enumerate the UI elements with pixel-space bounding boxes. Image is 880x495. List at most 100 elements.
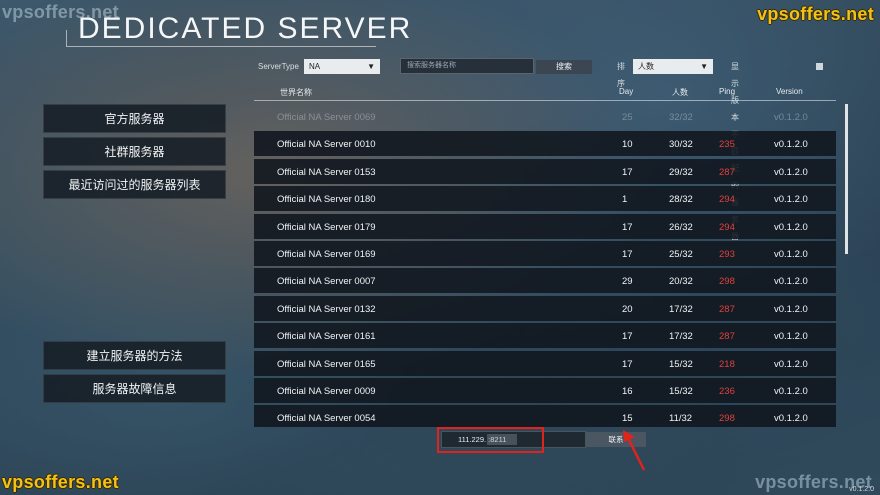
table-row[interactable]: Official NA Server 0069 25 32/32 v0.1.2.0 — [254, 104, 836, 129]
title-decoration — [66, 30, 67, 46]
ping-cell: 235 — [719, 139, 735, 151]
day-cell: 16 — [622, 386, 633, 397]
day-cell: 1 — [622, 194, 628, 206]
how-to-host-button[interactable]: 建立服务器的方法 — [43, 341, 226, 370]
player-count-cell: 15/32 — [669, 358, 693, 370]
player-count-cell: 32/32 — [669, 112, 693, 123]
search-button[interactable]: 搜索 — [536, 60, 592, 74]
watermark-bottom-left: vpsoffers.net — [2, 472, 119, 492]
server-name-cell: Official NA Server 0180 — [277, 194, 376, 206]
help-menu: 建立服务器的方法 服务器故障信息 — [43, 341, 226, 407]
server-type-select[interactable]: NA ▼ — [304, 59, 380, 74]
day-cell: 29 — [622, 276, 633, 288]
version-cell: v0.1.2.0 — [774, 276, 808, 288]
highlight-box — [437, 427, 544, 453]
day-cell: 17 — [622, 358, 633, 370]
player-count-cell: 15/32 — [669, 386, 693, 397]
header-name: 世界名称 — [280, 88, 312, 97]
header-count: 人数 — [672, 88, 688, 97]
recent-servers-button[interactable]: 最近访问过的服务器列表 — [43, 170, 226, 199]
day-cell: 17 — [622, 221, 633, 233]
server-issues-button[interactable]: 服务器故障信息 — [43, 374, 226, 403]
server-name-cell: Official NA Server 0165 — [277, 358, 376, 370]
server-name-cell: Official NA Server 0132 — [277, 303, 376, 315]
official-servers-button[interactable]: 官方服务器 — [43, 104, 226, 133]
ping-cell: 298 — [719, 413, 735, 425]
player-count-cell: 20/32 — [669, 276, 693, 288]
table-row[interactable]: Official NA Server 0054 15 11/32 298 v0.1.2.… — [254, 405, 836, 427]
ping-cell: 287 — [719, 166, 735, 178]
title-underline — [66, 46, 376, 47]
table-row[interactable]: Official NA Server 0010 10 30/32 235 v0.1.2.… — [254, 131, 836, 157]
ping-cell: 287 — [719, 331, 735, 343]
server-table: 世界名称 Day 人数 Ping Version Official NA Ser… — [254, 84, 836, 427]
version-cell: v0.1.2.0 — [774, 386, 808, 397]
version-mismatch-checkbox[interactable] — [816, 63, 823, 70]
page-title: DEDICATED SERVER — [78, 12, 413, 45]
player-count-cell: 29/32 — [669, 166, 693, 178]
version-cell: v0.1.2.0 — [774, 221, 808, 233]
ping-cell: 294 — [719, 221, 735, 233]
player-count-cell: 26/32 — [669, 221, 693, 233]
version-cell: v0.1.2.0 — [774, 166, 808, 178]
table-row[interactable]: Official NA Server 0161 17 17/32 287 v0.1.2.… — [254, 323, 836, 349]
day-cell: 17 — [622, 249, 633, 260]
chevron-down-icon: ▼ — [700, 62, 708, 71]
header-version: Version — [776, 87, 803, 96]
table-row[interactable]: Official NA Server 0009 16 15/32 236 v0.1.2.… — [254, 378, 836, 403]
day-cell: 10 — [622, 139, 633, 151]
server-name-cell: Official NA Server 0069 — [277, 112, 376, 123]
table-row[interactable]: Official NA Server 0153 17 29/32 287 v0.1.2.… — [254, 158, 836, 184]
ping-cell: 218 — [719, 358, 735, 370]
search-input[interactable]: 搜索服务器名称 — [400, 58, 534, 74]
header-divider — [254, 100, 836, 101]
server-name-cell: Official NA Server 0153 — [277, 166, 376, 178]
ping-cell: 287 — [719, 303, 735, 315]
player-count-cell: 11/32 — [669, 413, 693, 425]
ping-cell: 293 — [719, 249, 735, 260]
watermark-top-right: vpsoffers.net — [757, 4, 874, 24]
chevron-down-icon: ▼ — [367, 62, 375, 71]
table-row[interactable]: Official NA Server 0165 17 15/32 218 v0.1.2.… — [254, 350, 836, 376]
server-name-cell: Official NA Server 0179 — [277, 221, 376, 233]
server-type-value: NA — [309, 62, 321, 71]
table-row[interactable]: Official NA Server 0179 17 26/32 294 v0.1.2.… — [254, 213, 836, 239]
table-row[interactable]: Official NA Server 0007 29 20/32 298 v0.1.2.… — [254, 268, 836, 294]
player-count-cell: 17/32 — [669, 303, 693, 315]
header-day: Day — [619, 87, 634, 96]
version-cell: v0.1.2.0 — [774, 249, 808, 260]
sort-select[interactable]: 人数 ▼ — [633, 59, 713, 74]
community-servers-button[interactable]: 社群服务器 — [43, 137, 226, 166]
version-cell: v0.1.2.0 — [774, 139, 808, 151]
header-ping: Ping — [719, 87, 736, 96]
ping-cell: 298 — [719, 276, 735, 288]
table-row[interactable]: Official NA Server 0180 1 28/32 294 v0.1.2.0 — [254, 186, 836, 212]
version-cell: v0.1.2.0 — [774, 303, 808, 315]
table-row[interactable]: Official NA Server 0132 20 17/32 287 v0.1.2.… — [254, 295, 836, 321]
day-cell: 17 — [622, 331, 633, 343]
server-name-cell: Official NA Server 0161 — [277, 331, 376, 343]
player-count-cell: 28/32 — [669, 194, 693, 206]
table-header: 世界名称 Day 人数 Ping Version — [254, 84, 836, 100]
ping-cell: 236 — [719, 386, 735, 397]
server-name-cell: Official NA Server 0007 — [277, 276, 376, 288]
version-cell: v0.1.2.0 — [774, 358, 808, 370]
scrollbar[interactable] — [845, 104, 848, 254]
annotation-arrow-icon — [623, 430, 646, 471]
day-cell: 20 — [622, 303, 633, 315]
sort-value: 人数 — [638, 62, 654, 71]
ping-cell: 294 — [719, 194, 735, 206]
version-cell: v0.1.2.0 — [774, 194, 808, 206]
table-row[interactable]: Official NA Server 0169 17 25/32 293 v0.1.2.… — [254, 241, 836, 266]
day-cell: 17 — [622, 166, 633, 178]
server-type-label: ServerType — [258, 62, 299, 71]
game-version-label: v0.1.2.0 — [849, 486, 874, 493]
server-name-cell: Official NA Server 0010 — [277, 139, 376, 151]
day-cell: 15 — [622, 413, 633, 425]
version-cell: v0.1.2.0 — [774, 112, 808, 123]
player-count-cell: 25/32 — [669, 249, 693, 260]
server-name-cell: Official NA Server 0009 — [277, 386, 376, 397]
player-count-cell: 17/32 — [669, 331, 693, 343]
version-cell: v0.1.2.0 — [774, 331, 808, 343]
server-name-cell: Official NA Server 0054 — [277, 413, 376, 425]
